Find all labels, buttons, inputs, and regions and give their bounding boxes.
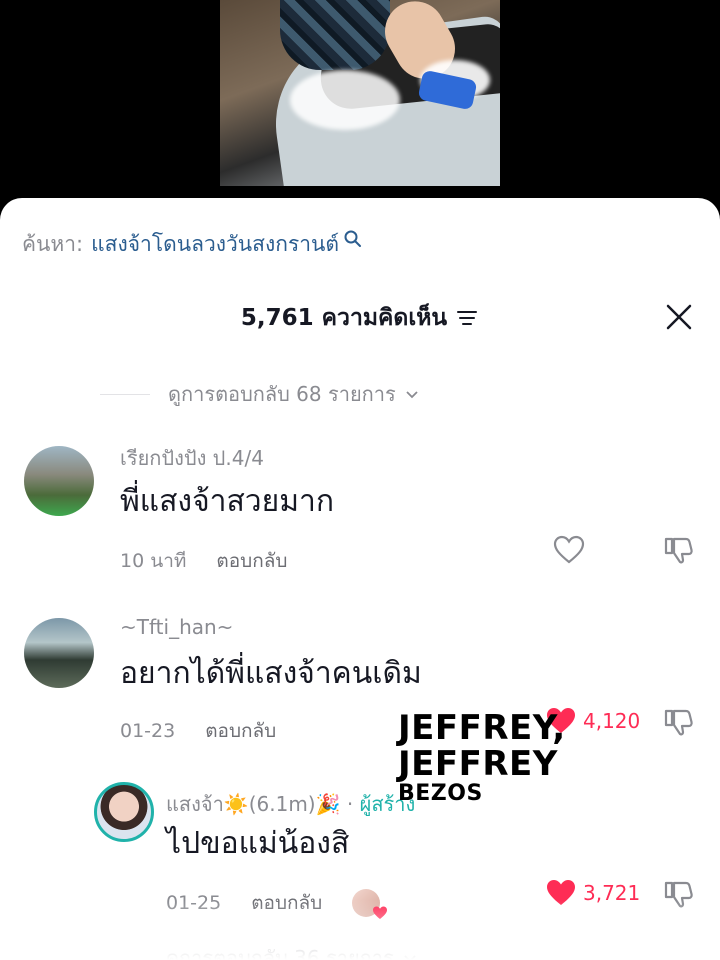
overlay-line-1: JEFFREY, (398, 708, 566, 748)
divider (100, 393, 150, 395)
comment-time: 10 นาที (120, 550, 187, 572)
comments-sheet: ค้นหา: แสงจ้าโดนลวงวันสงกรานต์ 5,761 ควา… (0, 198, 720, 960)
close-icon[interactable] (664, 302, 694, 332)
view-replies-button[interactable]: ดูการตอบกลับ 36 รายการ (166, 942, 418, 960)
creator-avatar[interactable] (94, 782, 154, 842)
like-count: 4,120 (583, 709, 641, 733)
view-replies-label: ดูการตอบกลับ 68 รายการ (168, 382, 396, 406)
heart-filled-icon[interactable] (545, 878, 577, 908)
reply-button[interactable]: ตอบกลับ (251, 888, 322, 918)
comment-username[interactable]: ~Tfti_han~ (120, 615, 233, 639)
sort-icon[interactable] (455, 306, 479, 330)
search-prefix: ค้นหา: (22, 232, 84, 256)
video-person-shirt (280, 0, 390, 70)
dislike-icon[interactable] (662, 534, 694, 566)
comment-text: ไปขอแม่น้องสิ (166, 826, 350, 861)
search-term-link[interactable]: แสงจ้าโดนลวงวันสงกรานต์ (91, 228, 339, 261)
comment-time: 01-23 (120, 720, 176, 742)
video-foam (290, 70, 400, 130)
comment-username[interactable]: แสงจ้า☀️(6.1m)🎉 · ผู้สร้าง (166, 788, 415, 820)
comment-meta: 01-23 ตอบกลับ (120, 716, 276, 746)
comment-username[interactable]: เรียกปังปัง ป.4/4 (120, 442, 264, 474)
overlay-line-2: JEFFREY (398, 744, 558, 784)
comment-text: พี่แสงจ้าสวยมาก (120, 484, 335, 519)
dislike-icon[interactable] (662, 706, 694, 738)
view-replies-button[interactable]: ดูการตอบกลับ 68 รายการ (100, 378, 420, 410)
search-icon (344, 230, 362, 247)
comments-header: 5,761 ความคิดเห็น (0, 300, 720, 340)
like-button[interactable]: 3,721 (545, 878, 640, 908)
video-player[interactable] (220, 0, 500, 186)
search-suggestion[interactable]: ค้นหา: แสงจ้าโดนลวงวันสงกรานต์ (22, 228, 363, 261)
avatar[interactable] (24, 446, 94, 516)
comment-time: 01-25 (166, 892, 222, 914)
chevron-down-icon (404, 955, 416, 960)
reply-button[interactable]: ตอบกลับ (205, 716, 276, 746)
dislike-icon[interactable] (662, 878, 694, 910)
comment-meta: 10 นาที ตอบกลับ (120, 546, 287, 576)
heart-outline-icon[interactable] (553, 535, 585, 565)
chevron-down-icon (406, 391, 418, 399)
heart-filled-icon (373, 906, 388, 919)
comment-text: อยากได้พี่แสงจ้าคนเดิม (120, 656, 422, 691)
avatar[interactable] (24, 618, 94, 688)
comment-meta: 01-25 ตอบกลับ (166, 888, 388, 919)
like-count: 3,721 (583, 881, 641, 905)
overlay-line-3: BEZOS (398, 781, 483, 806)
overlay-caption: JEFFREY, JEFFREY BEZOS (398, 710, 566, 806)
comment-count: 5,761 ความคิดเห็น (240, 305, 448, 331)
view-replies-label: ดูการตอบกลับ 36 รายการ (166, 946, 394, 960)
reply-button[interactable]: ตอบกลับ (216, 546, 287, 576)
creator-liked-avatar (352, 889, 388, 919)
